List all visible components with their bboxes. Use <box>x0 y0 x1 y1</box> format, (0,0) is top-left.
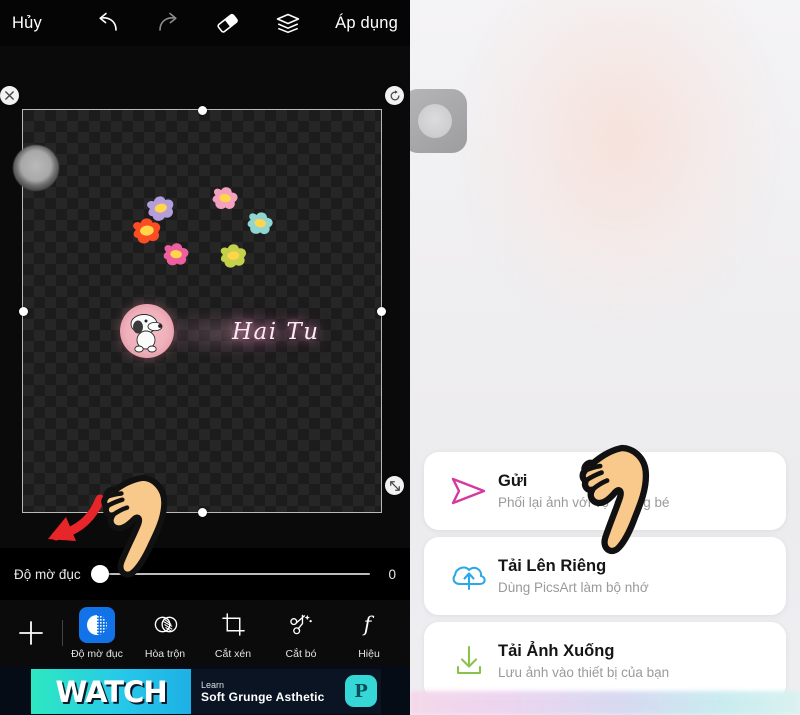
crop-icon <box>215 607 251 643</box>
send-arrow-icon <box>440 474 498 508</box>
ad-watch-block: WATCH <box>31 669 191 714</box>
flower-teal-sticker[interactable] <box>243 210 277 243</box>
share-option-private-upload-subtitle: Dùng PicsArt làm bộ nhớ <box>498 580 649 595</box>
svg-text:f: f <box>361 612 374 636</box>
handle-right[interactable] <box>376 306 386 316</box>
tool-crop-label: Cắt xén <box>214 647 252 660</box>
share-option-download-title: Tải Ảnh Xuống <box>498 642 615 660</box>
tool-opacity-label: Độ mờ đục <box>71 647 123 660</box>
thumbnail-circle-icon <box>418 104 452 138</box>
flower-pink-top-sticker[interactable] <box>208 185 242 218</box>
ad-inner: WATCH Learn Soft Grunge Asthetic P <box>31 669 381 714</box>
effects-icon: f <box>351 607 387 643</box>
tool-crop[interactable]: Cắt xén <box>199 607 267 660</box>
share-sheet-panel: Gửi Phối lại ảnh với vợ chồng bé Tải Lên… <box>410 0 800 715</box>
layers-icon[interactable] <box>273 8 303 38</box>
handle-bottom[interactable] <box>197 507 207 517</box>
tool-opacity[interactable]: Độ mờ đục <box>63 606 131 660</box>
ad-banner[interactable]: WATCH Learn Soft Grunge Asthetic P <box>0 666 410 715</box>
rotate-layer-button[interactable] <box>385 86 404 105</box>
blurred-photo-preview <box>470 0 770 320</box>
tool-effects-label: Hiệu <box>358 647 380 660</box>
share-option-download[interactable]: Tải Ảnh Xuống Lưu ảnh vào thiết bị của b… <box>424 622 786 700</box>
redo-icon[interactable] <box>153 8 183 38</box>
opacity-slider-row: Độ mờ đục 0 <box>0 548 410 600</box>
bottom-gradient-strip <box>410 691 800 715</box>
red-curved-arrow <box>38 493 105 550</box>
cutout-scissors-icon <box>283 607 319 643</box>
picsart-logo-icon: P <box>345 675 377 707</box>
add-layer-button[interactable] <box>0 618 62 648</box>
close-layer-button[interactable] <box>0 86 19 105</box>
editor-toolbar: Độ mờ đục Hòa trộn Cắt xén Cắt bó f Hiệu <box>0 600 410 666</box>
share-option-download-text: Tải Ảnh Xuống Lưu ảnh vào thiết bị của b… <box>498 642 669 680</box>
blend-icon <box>147 607 183 643</box>
share-option-download-subtitle: Lưu ảnh vào thiết bị của bạn <box>498 665 670 680</box>
topbar-icon-group <box>93 8 303 38</box>
screenshot-root: Hủy Áp dụng Hai Tu Độ mờ đục 0 Độ mờ đục… <box>0 0 800 715</box>
handle-left[interactable] <box>18 306 28 316</box>
ad-text-block: Learn Soft Grunge Asthetic P <box>191 669 381 714</box>
tool-blend[interactable]: Hòa trộn <box>131 607 199 660</box>
apply-button[interactable]: Áp dụng <box>335 14 398 33</box>
tool-blend-label: Hòa trộn <box>144 647 186 660</box>
gray-blob-overlay <box>13 145 59 191</box>
cancel-button[interactable]: Hủy <box>12 14 42 33</box>
editor-canvas[interactable]: Hai Tu <box>0 46 410 548</box>
tool-effects[interactable]: f Hiệu <box>335 607 403 660</box>
cloud-upload-icon <box>440 559 498 593</box>
ad-watch-label: WATCH <box>55 674 167 709</box>
tool-cutout[interactable]: Cắt bó <box>267 607 335 660</box>
avatar[interactable] <box>120 304 174 358</box>
opacity-icon <box>79 606 115 643</box>
flower-green-sticker[interactable] <box>216 242 251 276</box>
watermark-text: Hai Tu <box>232 319 320 345</box>
pointing-hand-cursor-right <box>575 440 667 563</box>
pointing-hand-cursor-left <box>96 470 182 587</box>
image-thumbnail[interactable] <box>410 89 467 153</box>
handle-top[interactable] <box>197 105 207 115</box>
tool-cutout-label: Cắt bó <box>285 647 317 660</box>
opacity-slider-label: Độ mờ đục <box>14 566 81 582</box>
eraser-icon[interactable] <box>213 8 243 38</box>
resize-layer-button[interactable] <box>385 476 404 495</box>
picsart-editor-panel: Hủy Áp dụng Hai Tu Độ mờ đục 0 Độ mờ đục… <box>0 0 410 715</box>
flower-magenta-sticker[interactable] <box>159 241 193 274</box>
opacity-value: 0 <box>388 566 396 582</box>
editor-topbar: Hủy Áp dụng <box>0 0 410 46</box>
download-icon <box>440 643 498 679</box>
undo-icon[interactable] <box>93 8 123 38</box>
